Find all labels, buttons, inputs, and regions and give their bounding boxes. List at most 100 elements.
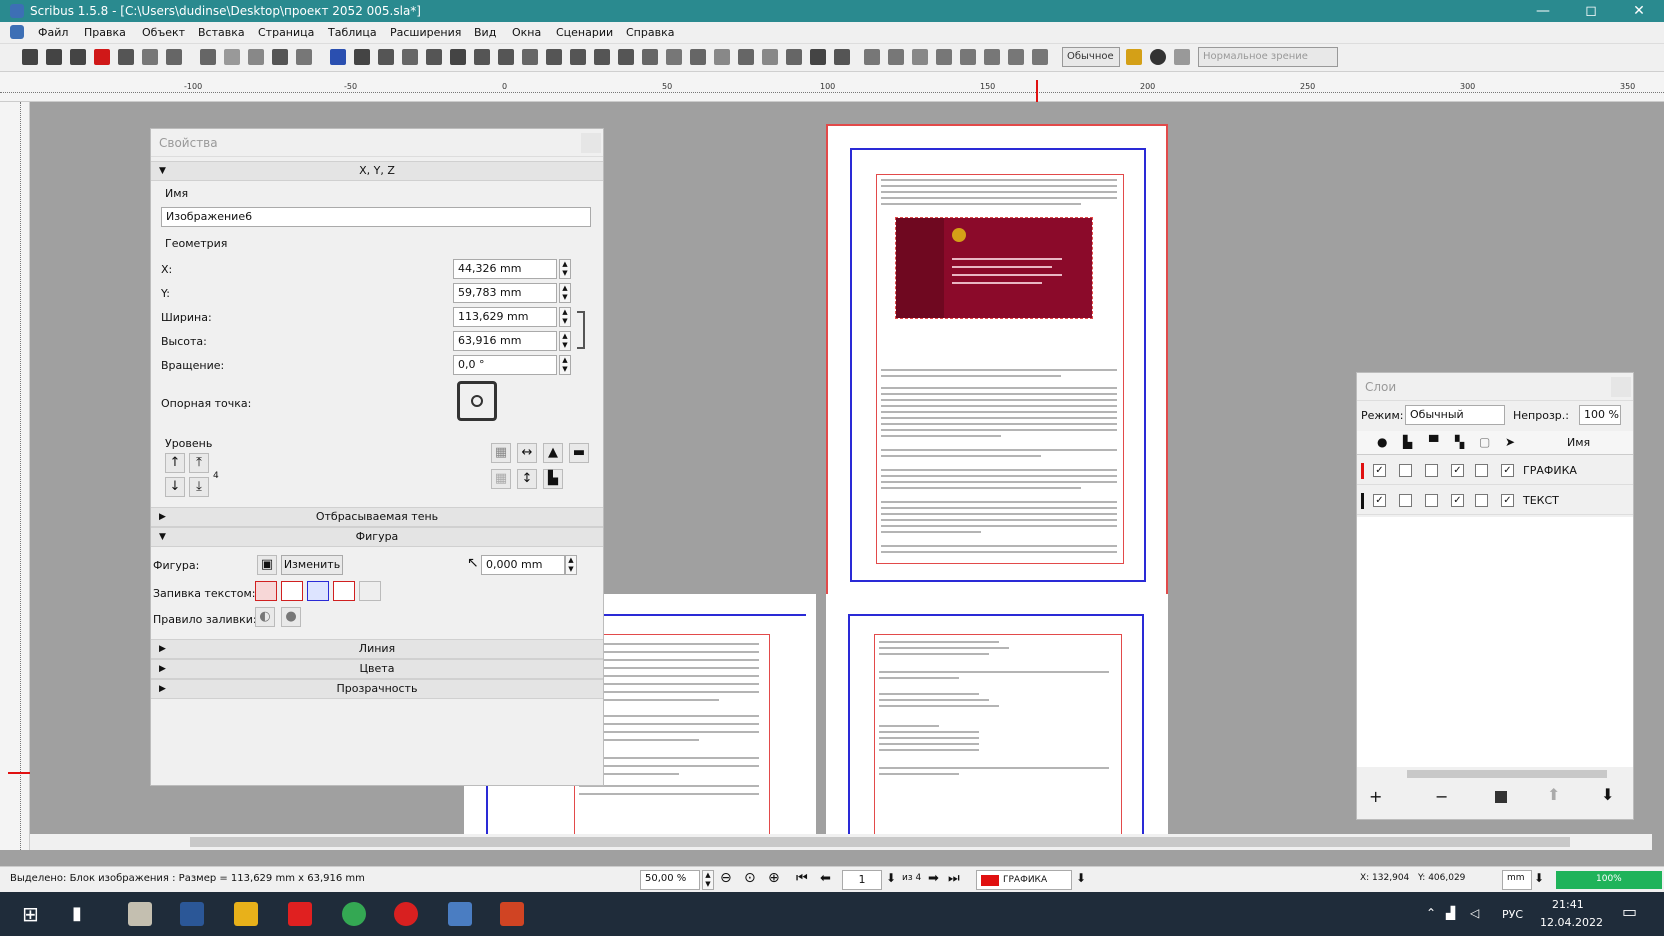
- y-spinner[interactable]: ▲ ▼: [559, 283, 571, 303]
- keep-ratio-chain-icon[interactable]: [577, 311, 585, 349]
- layer-flow-checkbox[interactable]: ✓: [1451, 464, 1464, 477]
- menu-object[interactable]: Объект: [142, 26, 185, 39]
- text-flow-bbox-icon[interactable]: [307, 581, 329, 601]
- paint-icon[interactable]: [128, 902, 152, 926]
- bezier-icon[interactable]: [570, 49, 586, 65]
- layer-row-tekst[interactable]: ✓ ✓ ✓ ТЕКСТ: [1357, 487, 1633, 515]
- ungroup-icon[interactable]: ▦: [491, 469, 511, 489]
- opacity-field[interactable]: 100 %: [1579, 405, 1621, 425]
- shape-preview-icon[interactable]: ▣: [257, 555, 277, 575]
- edit-text-icon[interactable]: [690, 49, 706, 65]
- layers-scrollbar[interactable]: [1357, 767, 1633, 781]
- width-field[interactable]: 113,629 mm: [453, 307, 557, 327]
- text-flow-contour-icon[interactable]: [333, 581, 355, 601]
- layer-name[interactable]: ГРАФИКА: [1523, 464, 1577, 477]
- group-icon[interactable]: ▦: [491, 443, 511, 463]
- menu-view[interactable]: Вид: [474, 26, 496, 39]
- menu-page[interactable]: Страница: [258, 26, 314, 39]
- clock-time[interactable]: 21:41: [1552, 898, 1584, 911]
- menu-table[interactable]: Таблица: [328, 26, 377, 39]
- clock-date[interactable]: 12.04.2022: [1540, 916, 1603, 929]
- menu-help[interactable]: Справка: [626, 26, 674, 39]
- yandex-browser-icon[interactable]: [394, 902, 418, 926]
- lock-icon[interactable]: ▲: [543, 443, 563, 463]
- anchor-point-icon[interactable]: [457, 381, 497, 421]
- eyedropper-icon[interactable]: [834, 49, 850, 65]
- layer-select-checkbox[interactable]: ✓: [1501, 464, 1514, 477]
- pdf-combo-icon[interactable]: [960, 49, 976, 65]
- scrollbar-thumb[interactable]: [190, 837, 1570, 847]
- add-layer-icon[interactable]: +: [1369, 787, 1382, 806]
- zoom-spinner[interactable]: ▲ ▼: [702, 870, 714, 890]
- menu-windows[interactable]: Окна: [512, 26, 541, 39]
- word-icon[interactable]: [180, 902, 204, 926]
- layer-outline-checkbox[interactable]: [1475, 494, 1488, 507]
- close-button[interactable]: ✕: [1616, 0, 1662, 22]
- layer-select-checkbox[interactable]: ✓: [1501, 494, 1514, 507]
- layer-outline-checkbox[interactable]: [1475, 464, 1488, 477]
- calligraphy-icon[interactable]: [618, 49, 634, 65]
- line-icon[interactable]: [546, 49, 562, 65]
- tray-chevron-icon[interactable]: ⌃: [1426, 906, 1436, 920]
- explorer-icon[interactable]: [234, 902, 258, 926]
- color-management-icon[interactable]: [1126, 49, 1142, 65]
- copy-icon[interactable]: [272, 49, 288, 65]
- pdf-export-icon[interactable]: [166, 49, 182, 65]
- spiral-icon[interactable]: [522, 49, 538, 65]
- input-language[interactable]: РУС: [1502, 908, 1523, 921]
- page-dropdown-icon[interactable]: ⬇: [886, 871, 896, 885]
- pdf-textfield-icon[interactable]: [936, 49, 952, 65]
- pdf-link-annot-icon[interactable]: [1032, 49, 1048, 65]
- height-field[interactable]: 63,916 mm: [453, 331, 557, 351]
- page-3[interactable]: [826, 594, 1168, 850]
- change-shape-button[interactable]: Изменить: [281, 555, 343, 575]
- flip-vertical-icon[interactable]: ↕: [517, 469, 537, 489]
- name-field[interactable]: Изображение6: [161, 207, 591, 227]
- raise-level-icon[interactable]: ↑: [165, 453, 185, 473]
- page-1[interactable]: [826, 124, 1168, 608]
- cut-icon[interactable]: [248, 49, 264, 65]
- polygon-icon[interactable]: [474, 49, 490, 65]
- unit-select[interactable]: mm: [1502, 870, 1532, 890]
- text-flow-frame-icon[interactable]: [281, 581, 303, 601]
- raise-to-top-icon[interactable]: ⤒: [189, 453, 209, 473]
- text-frame[interactable]: [874, 634, 1122, 850]
- lower-level-icon[interactable]: ↓: [165, 477, 185, 497]
- layer-select[interactable]: ГРАФИКА: [976, 870, 1072, 890]
- arc-icon[interactable]: [498, 49, 514, 65]
- table-icon[interactable]: [426, 49, 442, 65]
- fill-rule-evenodd-icon[interactable]: ◐: [255, 607, 275, 627]
- zoom-100-icon[interactable]: ⊙: [744, 870, 756, 886]
- zoom-out-icon[interactable]: ⊖: [720, 870, 732, 886]
- close-doc-icon[interactable]: [94, 49, 110, 65]
- pdf-list-icon[interactable]: [984, 49, 1000, 65]
- raise-layer-icon[interactable]: ⬆: [1547, 785, 1560, 804]
- print-enabled-icon[interactable]: ▬: [569, 443, 589, 463]
- section-line[interactable]: ▶ Линия: [151, 639, 603, 659]
- corner-radius-field[interactable]: 0,000 mm: [481, 555, 565, 575]
- visual-profile-select[interactable]: Нормальное зрение: [1198, 47, 1338, 67]
- section-colors[interactable]: ▶ Цвета: [151, 659, 603, 679]
- pdf-checkbox-icon[interactable]: [888, 49, 904, 65]
- select-tool-icon[interactable]: [330, 49, 346, 65]
- text-frame-icon[interactable]: [354, 49, 370, 65]
- scribus-taskbar-icon[interactable]: [448, 902, 472, 926]
- preview-eye-icon[interactable]: [1150, 49, 1166, 65]
- layer-dropdown-icon[interactable]: ⬇: [1076, 871, 1086, 885]
- print-icon[interactable]: [118, 49, 134, 65]
- rotation-spinner[interactable]: ▲ ▼: [559, 355, 571, 375]
- powerpoint-icon[interactable]: [500, 902, 524, 926]
- preview-mode-select[interactable]: Обычное: [1062, 47, 1120, 67]
- pdf-radio-icon[interactable]: [912, 49, 928, 65]
- pdf-text-annot-icon[interactable]: [1008, 49, 1024, 65]
- section-shadow[interactable]: ▶ Отбрасываемая тень: [151, 507, 603, 527]
- section-shape[interactable]: ▼ Фигура: [151, 527, 603, 547]
- layer-lock-checkbox[interactable]: [1425, 494, 1438, 507]
- fill-rule-nonzero-icon[interactable]: ●: [281, 607, 301, 627]
- lower-layer-icon[interactable]: ⬇: [1601, 785, 1614, 804]
- y-field[interactable]: 59,783 mm: [453, 283, 557, 303]
- layer-visible-checkbox[interactable]: ✓: [1373, 464, 1386, 477]
- layer-row-grafika[interactable]: ✓ ✓ ✓ ГРАФИКА: [1357, 457, 1633, 485]
- height-spinner[interactable]: ▲ ▼: [559, 331, 571, 351]
- width-spinner[interactable]: ▲ ▼: [559, 307, 571, 327]
